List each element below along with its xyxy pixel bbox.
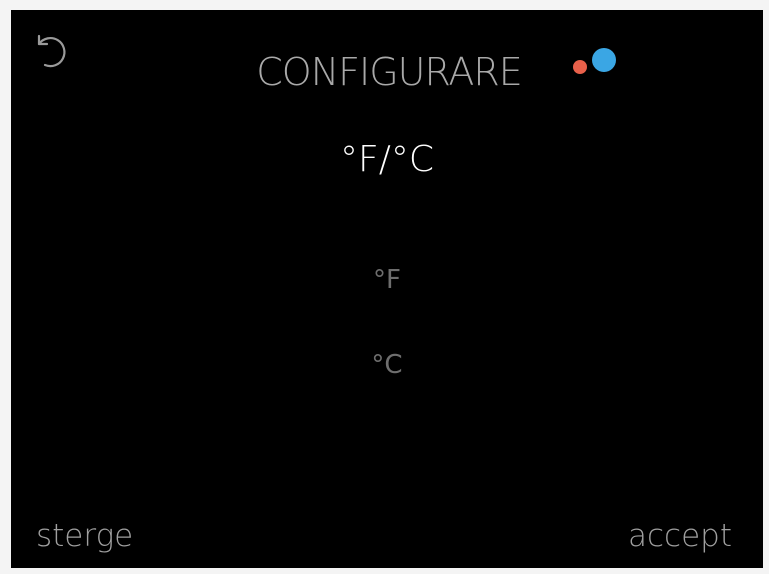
option-fahrenheit[interactable]: °F [337, 260, 437, 300]
accept-button[interactable]: accept [628, 516, 732, 556]
unit-options-list: °F °C [337, 260, 437, 385]
clear-button[interactable]: sterge [36, 516, 133, 556]
undo-arrow-icon [37, 34, 66, 68]
back-button[interactable] [31, 30, 73, 72]
connection-indicator [571, 48, 623, 78]
status-dots-icon [573, 48, 616, 74]
status-dot-blue [592, 48, 616, 72]
status-dot-red [573, 60, 587, 74]
option-celsius[interactable]: °C [337, 345, 437, 385]
page-title: CONFIGURARE [256, 50, 522, 94]
setting-name: °F/°C [340, 139, 434, 180]
device-screen: CONFIGURARE °F/°C °F °C sterge accept [11, 10, 763, 568]
